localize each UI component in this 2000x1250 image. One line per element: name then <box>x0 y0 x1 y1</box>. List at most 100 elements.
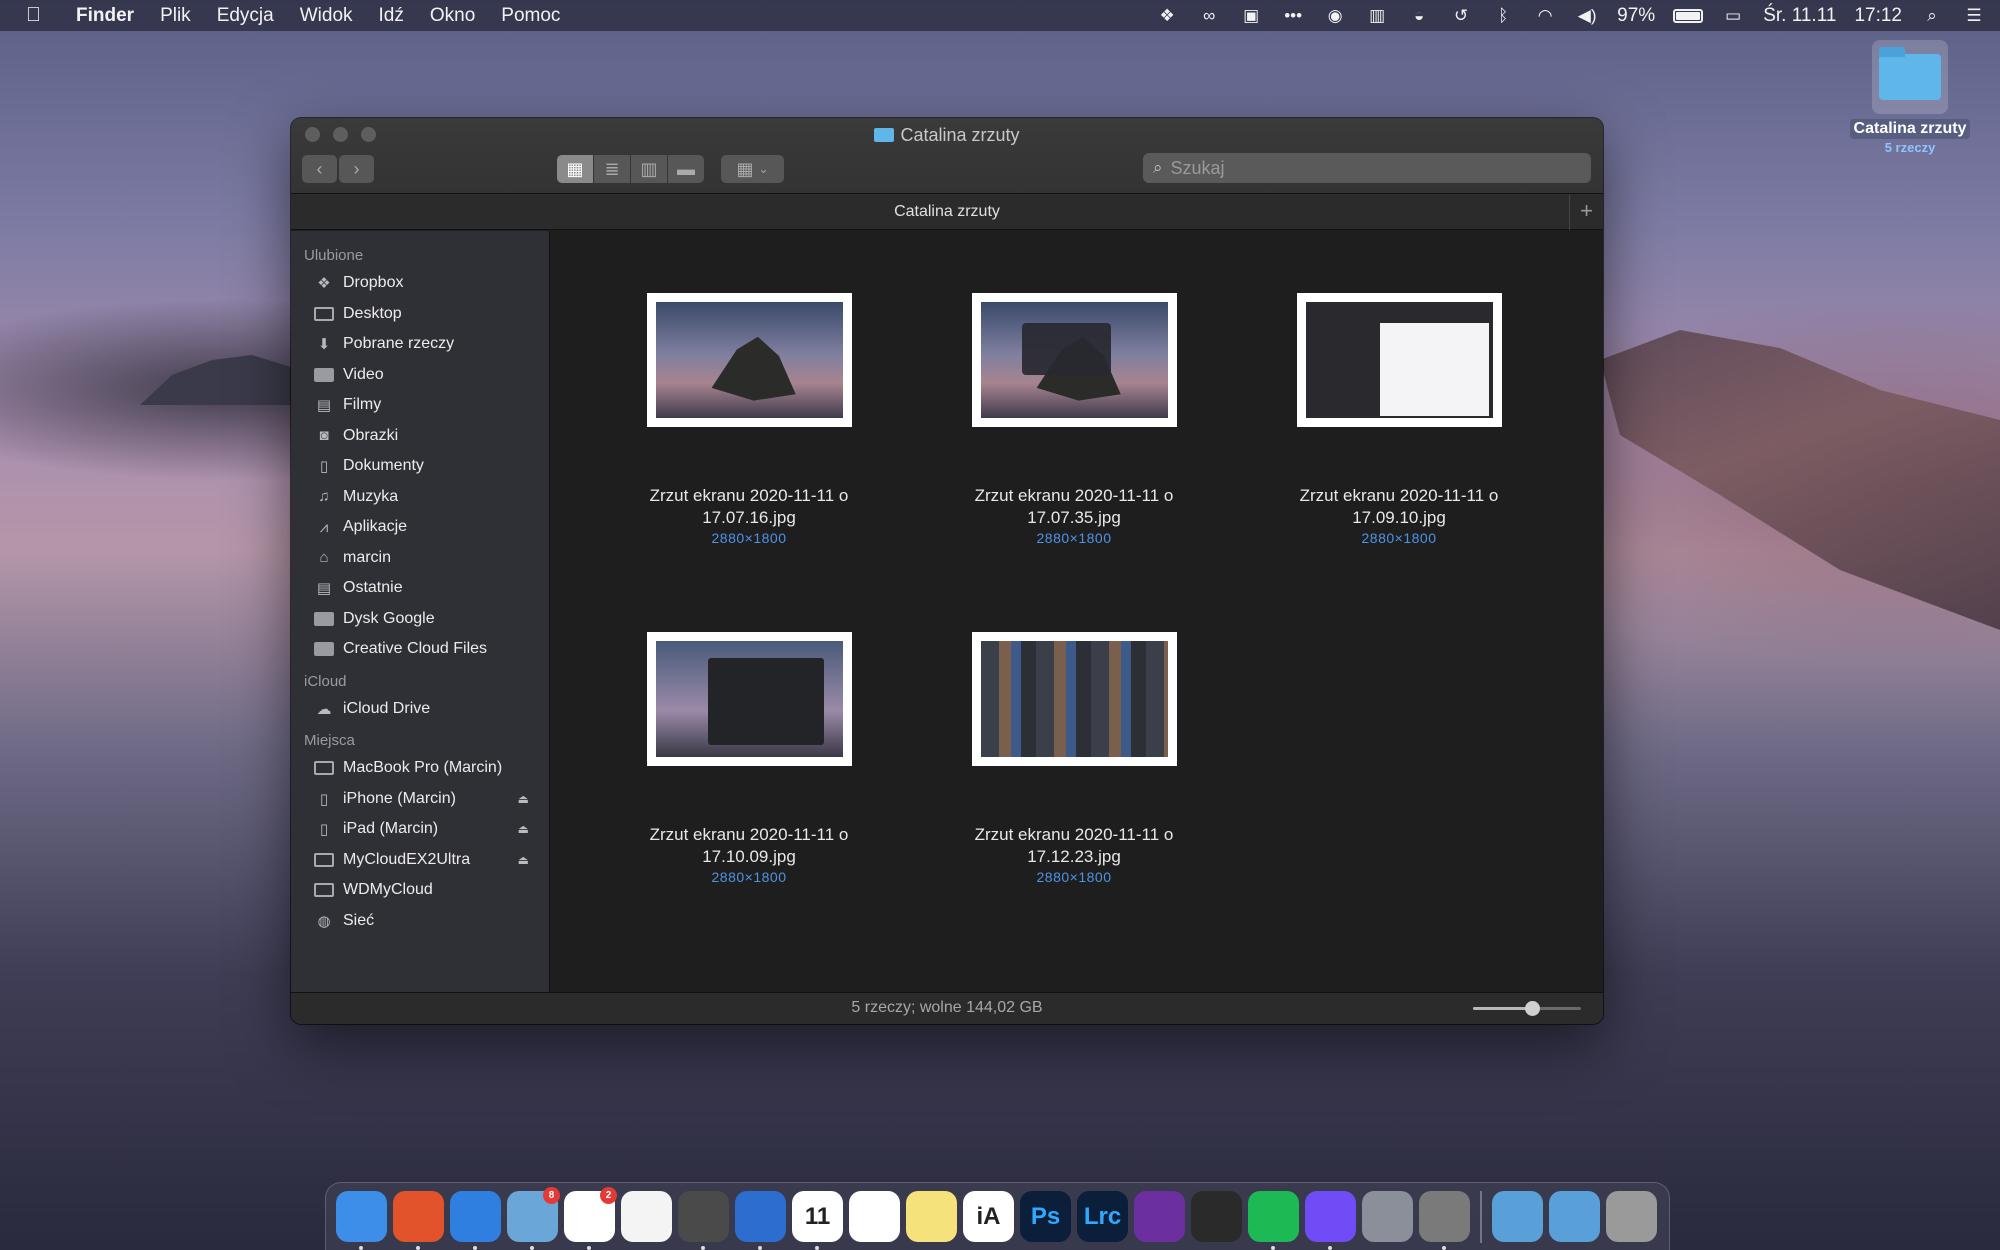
eject-icon[interactable]: ⏏ <box>518 853 529 867</box>
sidebar-item[interactable]: ⩘ Aplikacje <box>291 512 549 543</box>
sidebar-item[interactable]: MyCloudEX2Ultra ⏏ <box>291 845 549 876</box>
sidebar-item[interactable]: Dysk Google <box>291 604 549 635</box>
sidebar-item[interactable]: ▤ Ostatnie <box>291 573 549 604</box>
sidebar-item[interactable]: ▯ iPad (Marcin) ⏏ <box>291 814 549 845</box>
new-tab-button[interactable]: + <box>1569 194 1603 230</box>
menu-date[interactable]: Śr. 11.11 <box>1763 5 1836 27</box>
search-field[interactable]: ⌕ <box>1143 153 1591 183</box>
dock-trash-icon[interactable] <box>1606 1191 1657 1242</box>
sidebar-item[interactable]: ⬇ Pobrane rzeczy <box>291 329 549 360</box>
search-input[interactable] <box>1170 157 1571 179</box>
file-thumbnail[interactable] <box>646 632 852 766</box>
dock-mail-icon[interactable]: 8 <box>507 1187 560 1250</box>
apple-menu-icon[interactable]:  <box>26 4 56 27</box>
file-item[interactable]: Zrzut ekranu 2020-11-11 o 17.10.09.jpg 288… <box>629 632 869 885</box>
menu-item[interactable]: Edycja <box>217 5 274 27</box>
sidebar-item[interactable]: WDMyCloud <box>291 875 549 906</box>
sidebar-item[interactable]: ❖ Dropbox <box>291 268 549 299</box>
notification-icon[interactable]: ▣ <box>1239 6 1263 26</box>
airplay-icon[interactable]: ▭ <box>1721 6 1745 26</box>
dock-slack-icon[interactable]: 2 <box>564 1187 617 1250</box>
sidebar-item[interactable]: ⌂ marcin <box>291 543 549 574</box>
dock-notes-icon[interactable] <box>906 1191 957 1242</box>
menu-app-name[interactable]: Finder <box>76 5 134 27</box>
menu-item[interactable]: Widok <box>300 5 353 27</box>
sidebar-item[interactable]: ◍ Sieć <box>291 906 549 937</box>
list-view-button[interactable]: ≣ <box>594 155 630 183</box>
column-view-button[interactable]: ▥ <box>631 155 667 183</box>
sidebar-item[interactable]: ☁ iCloud Drive <box>291 694 549 725</box>
cup-icon[interactable]: ◒ <box>1407 6 1431 26</box>
dock-system-preferences-icon[interactable] <box>1419 1191 1470 1250</box>
sidebar-item[interactable]: Creative Cloud Files <box>291 634 549 665</box>
icon-view-button[interactable]: ▦ <box>557 155 593 183</box>
dock-spotify-icon[interactable] <box>1248 1191 1299 1250</box>
icon-size-slider[interactable] <box>1473 1001 1581 1016</box>
dock-tasks-icon[interactable] <box>735 1191 786 1250</box>
dock-messenger-icon[interactable] <box>1305 1191 1356 1250</box>
layout-icon[interactable]: ▥ <box>1365 6 1389 26</box>
file-thumbnail[interactable] <box>971 632 1177 766</box>
group-by-button[interactable]: ▦ ⌄ <box>721 155 784 183</box>
wifi-icon[interactable]: ◠ <box>1533 6 1557 26</box>
time-machine-icon[interactable]: ↺ <box>1449 6 1473 26</box>
forward-button[interactable]: › <box>339 155 374 183</box>
dock-calendar-icon[interactable]: 11 <box>792 1191 843 1250</box>
file-name[interactable]: Zrzut ekranu 2020-11-11 o 17.12.23.jpg <box>954 824 1194 868</box>
bluetooth-icon[interactable]: ᛒ <box>1491 6 1515 26</box>
menu-item[interactable]: Okno <box>430 5 475 27</box>
dock-brave-icon[interactable] <box>393 1191 444 1250</box>
dock-final-cut-icon[interactable] <box>1191 1191 1242 1242</box>
sidebar-item[interactable]: ♫ Muzyka <box>291 482 549 513</box>
file-name[interactable]: Zrzut ekranu 2020-11-11 o 17.10.09.jpg <box>629 824 869 868</box>
dock-finder-icon[interactable] <box>336 1191 387 1250</box>
file-item[interactable]: Zrzut ekranu 2020-11-11 o 17.07.35.jpg 288… <box>954 293 1194 546</box>
dock-downloads-stack-icon[interactable] <box>1492 1191 1543 1242</box>
notification-center-icon[interactable]: ☰ <box>1962 6 1986 26</box>
dock-launchpad-icon[interactable] <box>1362 1191 1413 1242</box>
file-name[interactable]: Zrzut ekranu 2020-11-11 o 17.07.35.jpg <box>954 485 1194 529</box>
back-button[interactable]: ‹ <box>302 155 337 183</box>
eject-icon[interactable]: ⏏ <box>518 822 529 836</box>
dock-folder-stack-icon[interactable] <box>1549 1191 1600 1242</box>
control-icon[interactable]: ◉ <box>1323 6 1347 26</box>
sidebar-item[interactable]: MacBook Pro (Marcin) <box>291 753 549 784</box>
sidebar-item[interactable]: ▯ Dokumenty <box>291 451 549 482</box>
dock-affinity-photo-icon[interactable] <box>1134 1191 1185 1242</box>
desktop-folder[interactable]: Catalina zrzuty 5 rzeczy <box>1840 40 1980 157</box>
slider-knob[interactable] <box>1525 1001 1541 1016</box>
menu-item[interactable]: Plik <box>160 5 191 27</box>
file-name[interactable]: Zrzut ekranu 2020-11-11 o 17.09.10.jpg <box>1279 485 1519 529</box>
file-item[interactable]: Zrzut ekranu 2020-11-11 o 17.07.16.jpg 288… <box>629 293 869 546</box>
spotlight-search-icon[interactable]: ⌕ <box>1920 6 1944 26</box>
file-item[interactable]: Zrzut ekranu 2020-11-11 o 17.12.23.jpg 288… <box>954 632 1194 885</box>
sidebar-item[interactable]: Desktop <box>291 299 549 330</box>
sidebar-item[interactable]: ▤ Filmy <box>291 390 549 421</box>
sidebar-item[interactable]: Video <box>291 360 549 391</box>
sidebar-item[interactable]: ◙ Obrazki <box>291 421 549 452</box>
dock-safari-icon[interactable] <box>450 1191 501 1250</box>
file-item[interactable]: Zrzut ekranu 2020-11-11 o 17.09.10.jpg 288… <box>1279 293 1519 546</box>
file-thumbnail[interactable] <box>1296 293 1502 427</box>
gallery-view-button[interactable]: ▬ <box>668 155 704 183</box>
eject-icon[interactable]: ⏏ <box>518 792 529 806</box>
file-name[interactable]: Zrzut ekranu 2020-11-11 o 17.07.16.jpg <box>629 485 869 529</box>
menu-item[interactable]: Pomoc <box>501 5 560 27</box>
creative-cloud-icon[interactable]: ∞ <box>1197 6 1221 26</box>
dock-reminders-icon[interactable] <box>849 1191 900 1242</box>
file-thumbnail[interactable] <box>646 293 852 427</box>
file-thumbnail[interactable] <box>971 293 1177 427</box>
dropbox-icon[interactable]: ❖ <box>1155 6 1179 26</box>
dock-photos-icon[interactable] <box>621 1191 672 1242</box>
menu-time[interactable]: 17:12 <box>1854 5 1902 27</box>
dock-photoshop-icon[interactable]: Ps <box>1020 1191 1071 1242</box>
sidebar-item[interactable]: ▯ iPhone (Marcin) ⏏ <box>291 784 549 815</box>
battery-icon[interactable] <box>1673 8 1704 23</box>
battery-percent[interactable]: 97% <box>1617 5 1655 27</box>
volume-icon[interactable]: ◀) <box>1575 6 1599 26</box>
dock-ia-writer-icon[interactable]: iA <box>963 1191 1014 1242</box>
tab-title[interactable]: Catalina zrzuty <box>894 203 1000 220</box>
menu-item[interactable]: Idź <box>379 5 404 27</box>
dock-lightroom-icon[interactable]: Lrc <box>1077 1191 1128 1242</box>
more-icon[interactable]: ••• <box>1281 6 1305 26</box>
